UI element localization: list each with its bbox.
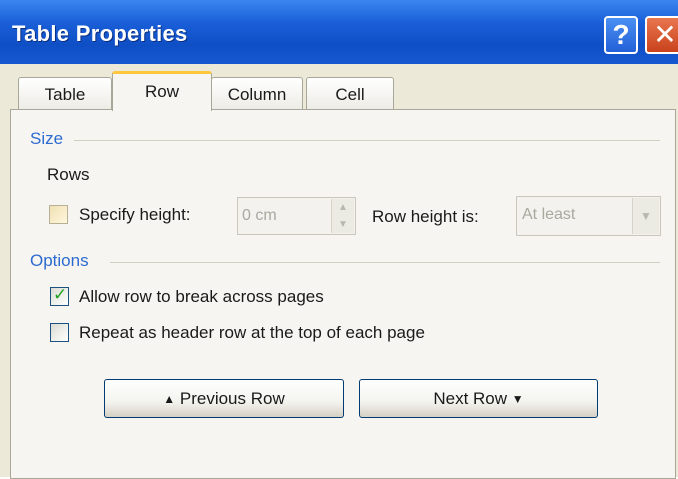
dropdown-arrow-icon[interactable]: ▼ <box>632 198 659 234</box>
up-arrow-icon: ▲ <box>163 392 176 406</box>
tab-label: Cell <box>335 85 365 104</box>
title-bar[interactable]: Table Properties ? ✕ <box>0 0 678 64</box>
options-section-heading: Options <box>30 251 89 270</box>
tab-label: Table <box>44 85 86 104</box>
next-row-label: Next Row <box>433 389 508 408</box>
specify-height-label[interactable]: Specify height: <box>79 205 191 225</box>
spin-down-icon[interactable]: ▼ <box>332 216 354 233</box>
tab-row[interactable]: Row <box>112 71 212 111</box>
window-title: Table Properties <box>12 21 188 46</box>
spin-buttons: ▲ ▼ <box>331 199 354 233</box>
tab-column[interactable]: Column <box>211 77 303 111</box>
previous-row-label: Previous Row <box>179 389 285 408</box>
row-height-is-value: At least <box>522 206 576 223</box>
next-row-button[interactable]: Next Row ▼ <box>359 379 598 418</box>
size-separator <box>74 140 660 141</box>
rows-label: Rows <box>47 165 90 184</box>
tab-table[interactable]: Table <box>18 77 112 111</box>
allow-break-label[interactable]: Allow row to break across pages <box>79 287 324 307</box>
tab-label: Column <box>227 85 287 104</box>
height-spin-field[interactable]: 0 cm ▲ ▼ <box>237 197 356 235</box>
spin-up-icon[interactable]: ▲ <box>332 199 354 216</box>
tab-cell[interactable]: Cell <box>306 77 394 111</box>
help-icon: ? <box>612 19 630 50</box>
size-section-heading: Size <box>30 129 64 148</box>
specify-height-checkbox[interactable] <box>49 205 68 224</box>
close-icon: ✕ <box>653 19 677 50</box>
repeat-header-checkbox[interactable] <box>50 323 69 342</box>
allow-break-checkbox[interactable]: ✓ <box>50 285 69 306</box>
options-separator <box>110 262 660 263</box>
checkmark-icon: ✓ <box>53 285 68 304</box>
down-arrow-icon: ▼ <box>511 392 524 406</box>
height-value: 0 cm <box>242 207 277 224</box>
repeat-header-label[interactable]: Repeat as header row at the top of each … <box>79 323 425 343</box>
row-height-is-label: Row height is: <box>372 207 479 226</box>
row-height-is-dropdown[interactable]: At least ▼ <box>516 196 661 236</box>
help-button[interactable]: ? <box>604 16 638 54</box>
previous-row-button[interactable]: ▲ Previous Row <box>104 379 344 418</box>
close-button[interactable]: ✕ <box>645 16 678 54</box>
tab-label: Row <box>144 82 179 101</box>
